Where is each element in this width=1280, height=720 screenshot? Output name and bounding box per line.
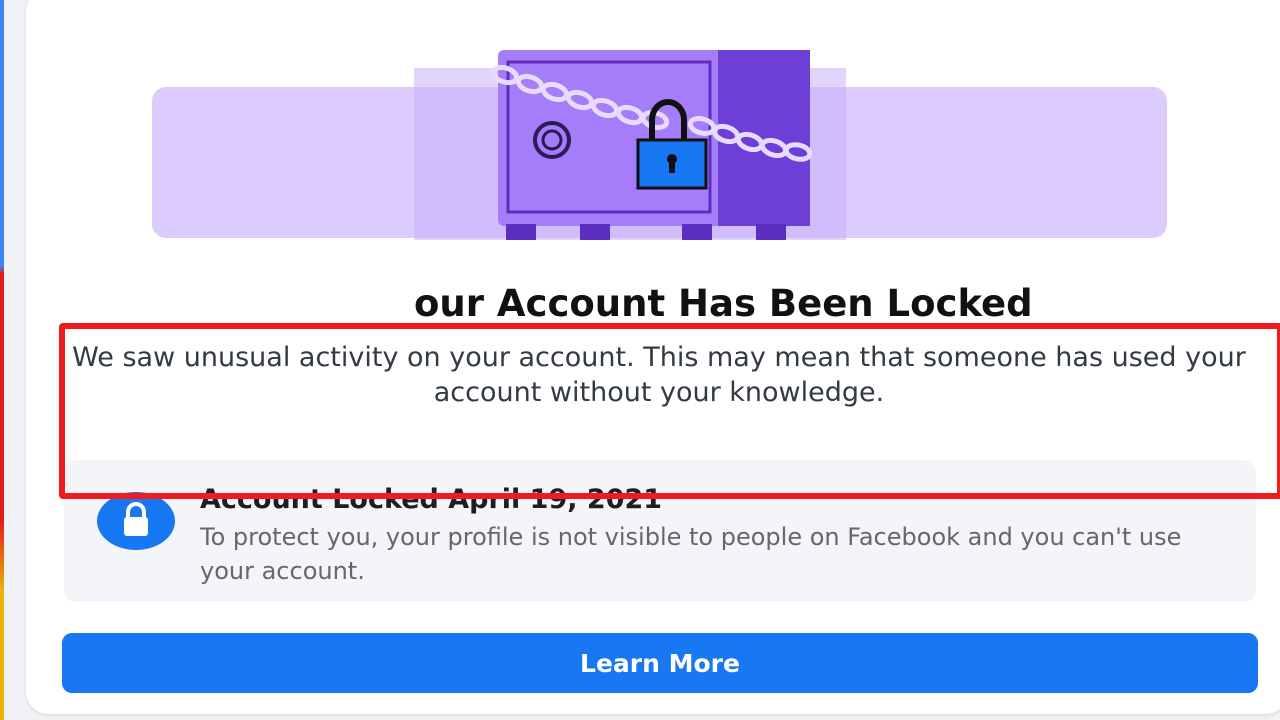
lock-badge: [97, 492, 175, 550]
lock-notice-description: To protect you, your profile is not visi…: [200, 523, 1182, 585]
lock-notice-title: Account Locked April 19, 2021: [200, 484, 663, 515]
learn-more-button[interactable]: Learn More: [62, 633, 1258, 693]
lock-icon: [124, 502, 148, 536]
title-overlay: [150, 275, 415, 330]
page-title: our Account Has Been Locked: [414, 282, 1033, 325]
locked-safe-icon: [490, 50, 813, 240]
background-strip: [0, 0, 4, 720]
activity-message: We saw unusual activity on your account.…: [72, 342, 1246, 408]
